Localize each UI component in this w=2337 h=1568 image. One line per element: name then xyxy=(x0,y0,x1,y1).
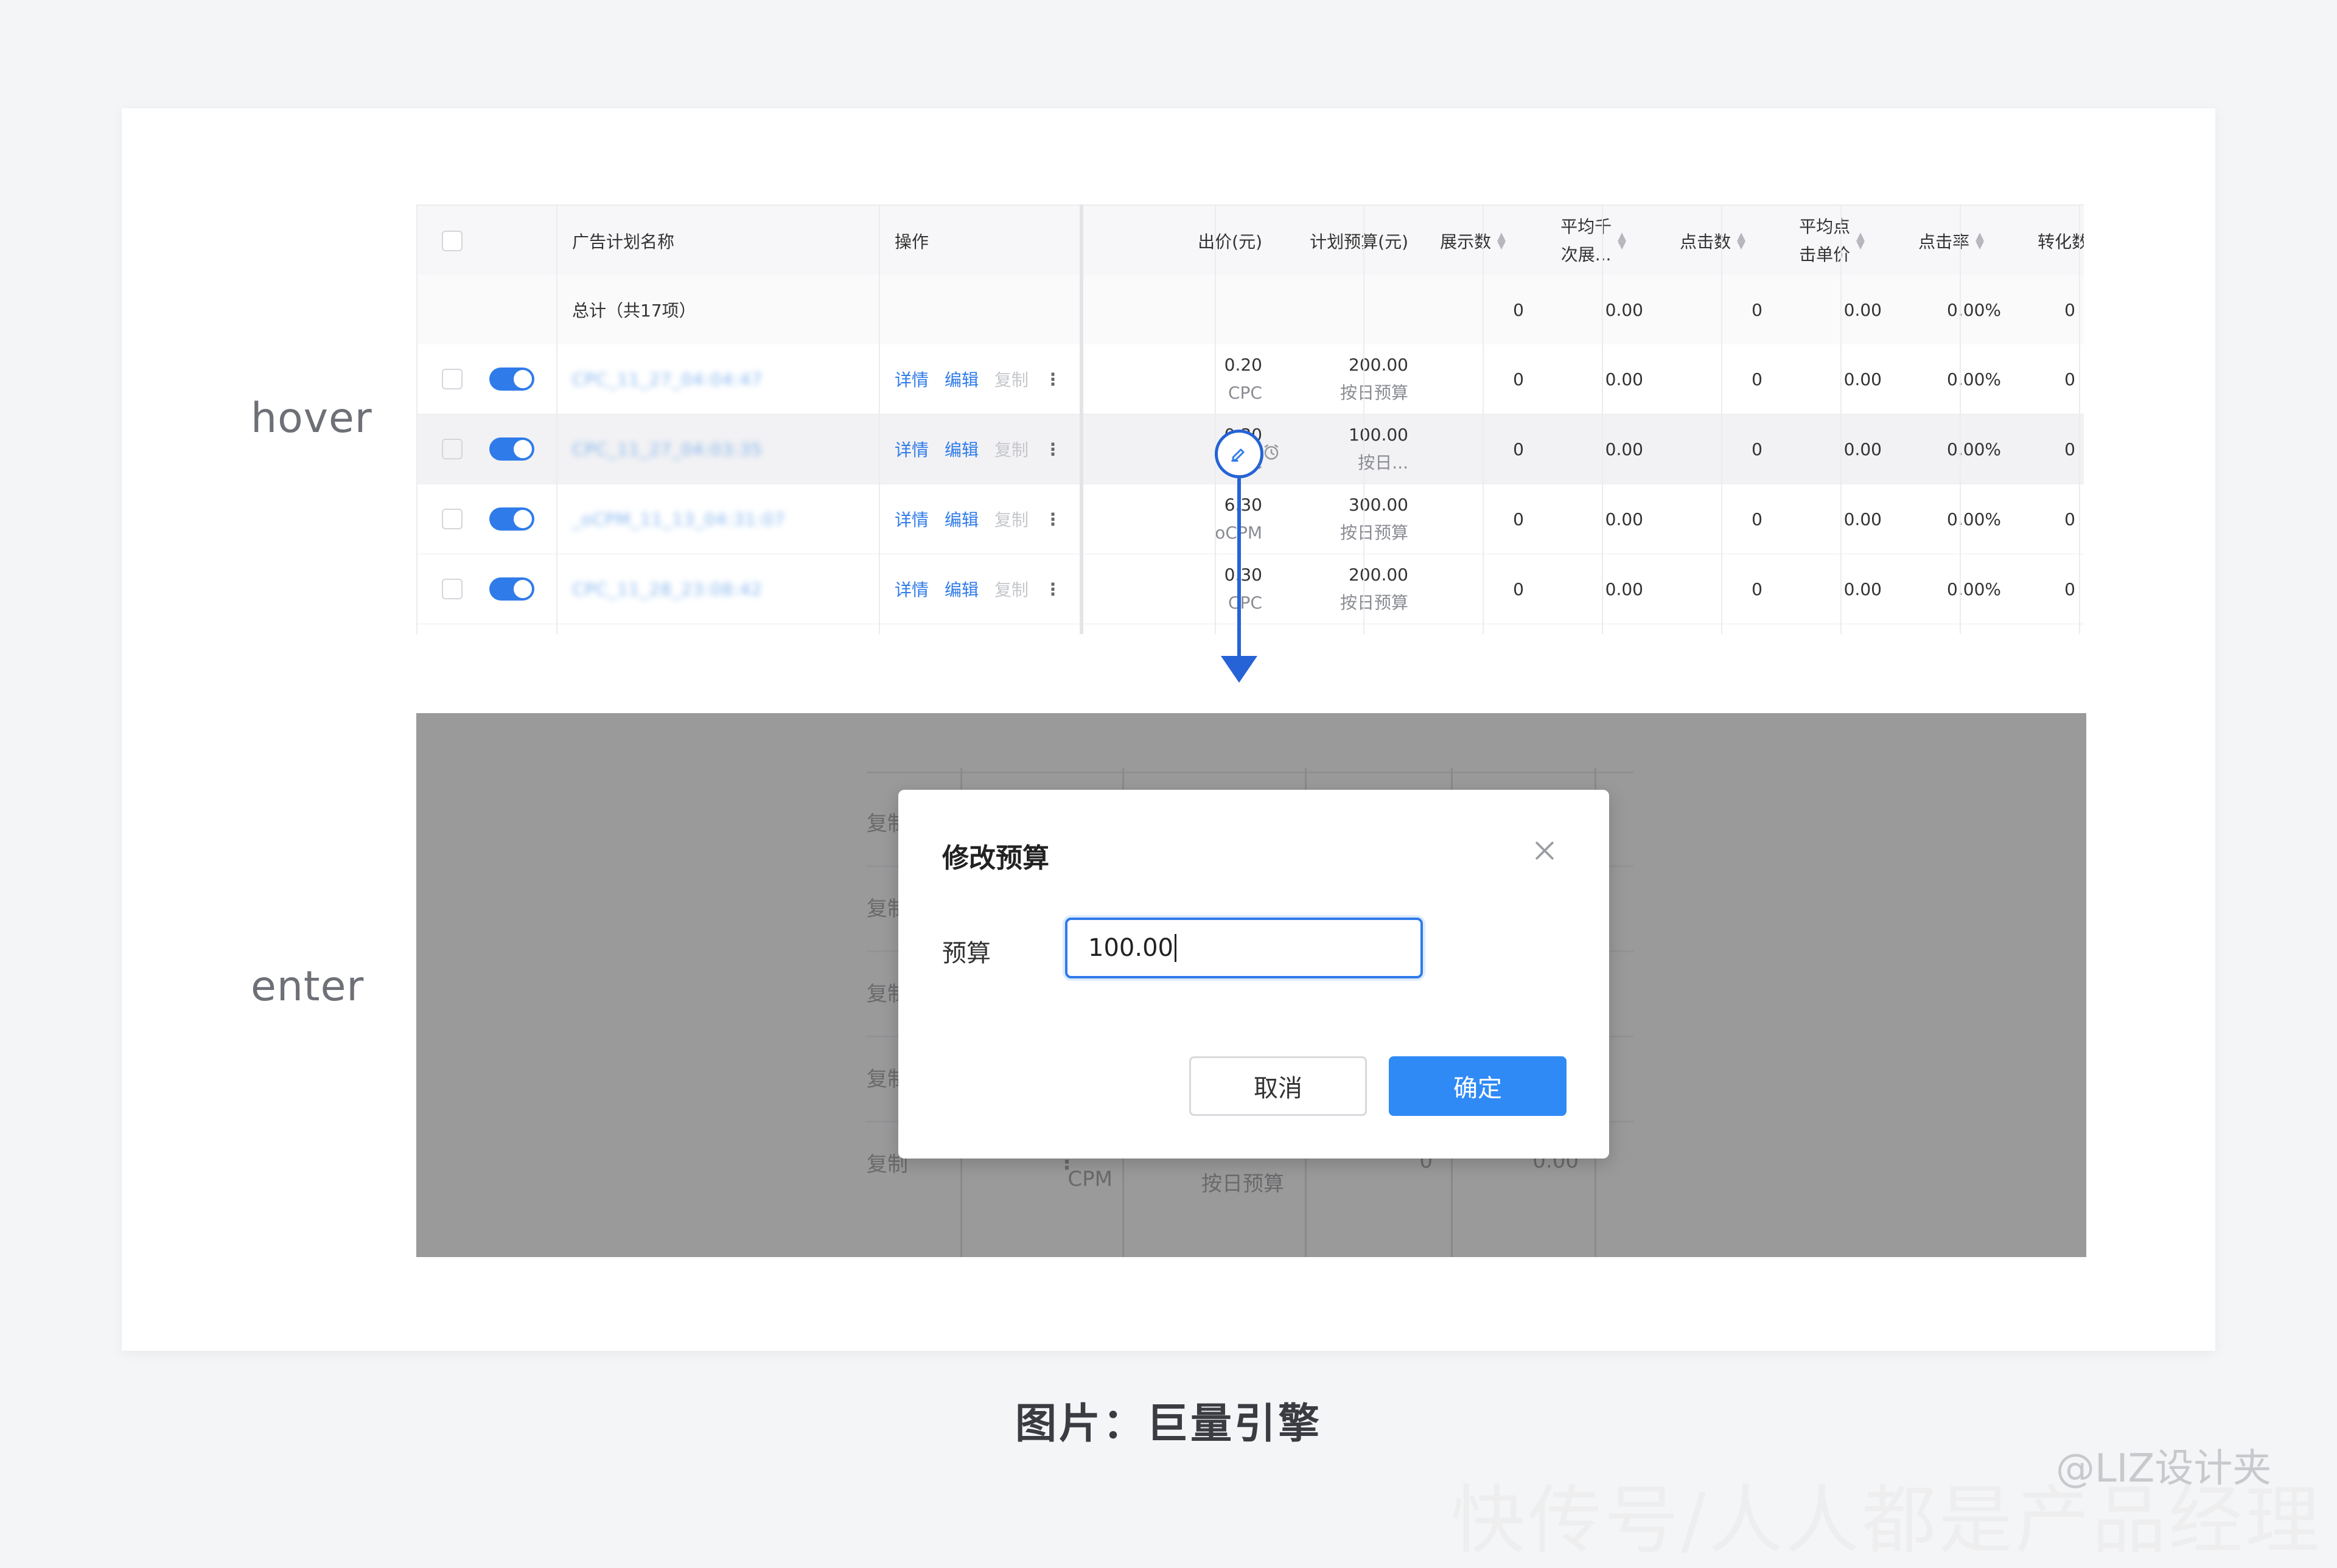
column-divider xyxy=(1215,204,1216,634)
schedule-icon[interactable] xyxy=(1262,443,1280,461)
column-divider xyxy=(1960,204,1961,634)
copy-link[interactable]: 复制 xyxy=(994,577,1029,601)
copy-link[interactable]: 复制 xyxy=(994,507,1029,531)
header-impressions[interactable]: 展示数 ▲ ▼ xyxy=(1414,206,1531,276)
flow-arrow-line xyxy=(1237,478,1241,658)
row-checkbox[interactable] xyxy=(442,439,463,459)
table-header-row: 广告计划名称 操作 出价(元) 计划预算(元) 展示数 ▲ ▼ 平均千 次展... ▲ ▼… xyxy=(416,204,2084,277)
enter-label: enter xyxy=(251,963,365,1011)
budget-input[interactable]: 100.00 xyxy=(1065,918,1423,978)
column-divider xyxy=(1840,204,1842,634)
pencil-icon xyxy=(1231,448,1245,462)
campaign-name-link[interactable]: CPC_11_27_04:04:47 xyxy=(572,369,763,389)
column-divider xyxy=(879,204,880,634)
column-divider xyxy=(1483,204,1484,634)
sort-icon: ▲ ▼ xyxy=(1975,230,1984,251)
status-toggle[interactable] xyxy=(489,577,534,601)
header-action: 操作 xyxy=(895,232,929,252)
campaign-name-link[interactable]: CPC_11_28_23:08:42 xyxy=(572,579,763,599)
more-icon[interactable]: ⋮ xyxy=(1044,439,1061,459)
header-cpc[interactable]: 平均点 击单价 ▲ ▼ xyxy=(1772,206,1892,276)
edit-link[interactable]: 编辑 xyxy=(945,437,979,461)
header-ctr[interactable]: 点击率 ▲ ▼ xyxy=(1892,206,2011,276)
sort-icon: ▲ ▼ xyxy=(1497,230,1506,251)
author-watermark: @LIZ设计夹 xyxy=(2056,1446,2272,1491)
campaign-table: 广告计划名称 操作 出价(元) 计划预算(元) 展示数 ▲ ▼ 平均千 次展... ▲ ▼… xyxy=(416,204,2084,634)
total-row: 总计（共17项） 0 0.00 0 0.00 0.00% 0 xyxy=(416,275,2084,346)
detail-link[interactable]: 详情 xyxy=(895,577,929,601)
close-icon[interactable] xyxy=(1531,837,1558,864)
more-icon[interactable]: ⋮ xyxy=(1044,369,1061,389)
table-row-partial xyxy=(416,624,2084,634)
edit-link[interactable]: 编辑 xyxy=(945,367,979,391)
campaign-name-link[interactable]: _oCPM_11_13_04:31:07 xyxy=(572,509,786,529)
row-checkbox[interactable] xyxy=(442,509,463,529)
header-budget: 计划预算(元) xyxy=(1310,232,1408,252)
confirm-button[interactable]: 确定 xyxy=(1389,1056,1567,1116)
column-divider xyxy=(1721,204,1722,634)
header-conversions[interactable]: 转化数▲▼ xyxy=(2011,206,2084,276)
sort-icon: ▲ ▼ xyxy=(1856,230,1865,251)
more-icon[interactable]: ⋮ xyxy=(1044,579,1061,599)
fixed-column-divider xyxy=(1080,204,1083,634)
row-checkbox[interactable] xyxy=(442,579,463,599)
edit-link[interactable]: 编辑 xyxy=(945,577,979,601)
copy-link[interactable]: 复制 xyxy=(994,437,1029,461)
budget-input-value: 100.00 xyxy=(1088,934,1173,962)
column-divider xyxy=(1363,204,1364,634)
background-table-line xyxy=(867,772,1633,773)
figure-caption: 图片：巨量引擎 xyxy=(1015,1400,1322,1448)
detail-link[interactable]: 详情 xyxy=(895,437,929,461)
detail-link[interactable]: 详情 xyxy=(895,367,929,391)
more-icon[interactable]: ⋮ xyxy=(1044,509,1061,529)
status-toggle[interactable] xyxy=(489,437,534,461)
edit-budget-button[interactable] xyxy=(1215,430,1263,478)
status-toggle[interactable] xyxy=(489,368,534,391)
status-toggle[interactable] xyxy=(489,507,534,531)
column-divider xyxy=(1602,204,1603,634)
background-bid-type: CPM xyxy=(1067,1167,1113,1191)
table-row[interactable]: _oCPM_11_13_04:31:07 详情 编辑 复制 ⋮ 6.30oCPM… xyxy=(416,484,2084,555)
sort-icon: ▲ ▼ xyxy=(1737,230,1745,251)
cancel-button[interactable]: 取消 xyxy=(1189,1056,1367,1116)
column-divider xyxy=(416,204,417,634)
modal-title: 修改预算 xyxy=(942,843,1049,874)
hover-label: hover xyxy=(251,394,372,442)
detail-link[interactable]: 详情 xyxy=(895,507,929,531)
budget-label: 预算 xyxy=(942,939,991,967)
column-divider xyxy=(2079,204,2080,634)
campaign-name-link[interactable]: CPC_11_27_04:03:35 xyxy=(572,439,763,459)
edit-link[interactable]: 编辑 xyxy=(945,507,979,531)
total-label: 总计（共17项） xyxy=(572,301,696,321)
header-clicks[interactable]: 点击数 ▲ ▼ xyxy=(1653,206,1772,276)
column-divider xyxy=(556,204,557,634)
background-budget-type: 按日预算 xyxy=(1201,1172,1284,1196)
select-all-checkbox[interactable] xyxy=(442,231,463,251)
sort-icon: ▲ ▼ xyxy=(1618,230,1626,251)
text-caret xyxy=(1174,934,1176,962)
flow-arrow-head xyxy=(1221,656,1257,683)
row-checkbox[interactable] xyxy=(442,369,463,389)
copy-link[interactable]: 复制 xyxy=(994,367,1029,391)
header-name: 广告计划名称 xyxy=(572,232,675,252)
table-row[interactable]: CPC_11_28_23:08:42 详情 编辑 复制 ⋮ 0.30 CPC 20… xyxy=(416,554,2084,625)
header-cpm[interactable]: 平均千 次展... ▲ ▼ xyxy=(1534,206,1653,276)
table-row[interactable]: CPC_11_27_04:04:47 详情 编辑 复制 ⋮ 0.20 CPC 20… xyxy=(416,344,2084,415)
edit-budget-modal: 修改预算 预算 100.00 取消 确定 xyxy=(898,790,1609,1159)
